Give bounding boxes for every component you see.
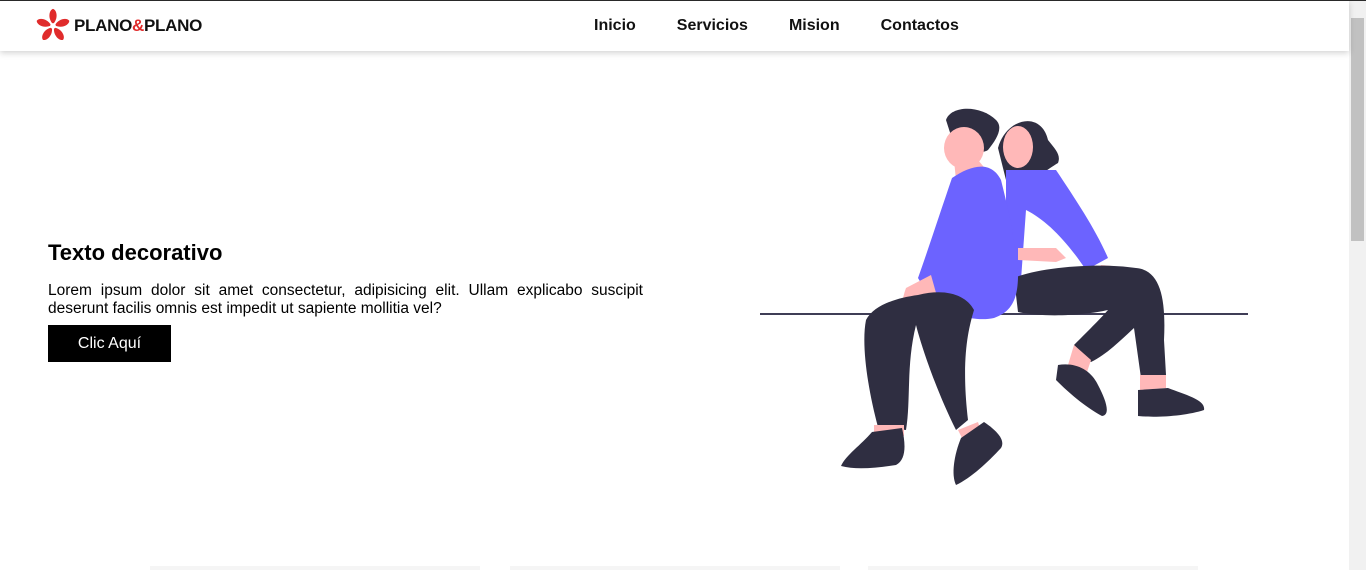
logo[interactable]: PLANO&PLANO — [34, 8, 202, 44]
nav-link-contactos[interactable]: Contactos — [881, 16, 959, 36]
hero-section: Texto decorativo Lorem ipsum dolor sit a… — [48, 240, 643, 362]
nav-link-servicios[interactable]: Servicios — [677, 16, 748, 36]
nav-link-inicio[interactable]: Inicio — [594, 16, 636, 36]
card-shadow-1 — [150, 566, 480, 570]
brand-name: PLANO&PLANO — [74, 16, 203, 35]
card-shadow-2 — [510, 566, 840, 570]
couple-sitting-illustration — [760, 108, 1248, 485]
card-shadow-3 — [868, 566, 1198, 570]
cta-button[interactable]: Clic Aquí — [48, 325, 171, 362]
navbar: PLANO&PLANO Inicio Servicios Mision Cont… — [0, 1, 1349, 51]
hero-title: Texto decorativo — [48, 240, 223, 265]
nav-link-mision[interactable]: Mision — [789, 16, 840, 36]
main-nav: Inicio Servicios Mision Contactos — [594, 16, 1000, 36]
hero-description: Lorem ipsum dolor sit amet consectetur, … — [48, 282, 643, 317]
page-scrollbar[interactable] — [1349, 1, 1366, 570]
flower-logo-icon — [36, 8, 70, 41]
scrollbar-thumb[interactable] — [1351, 18, 1364, 241]
